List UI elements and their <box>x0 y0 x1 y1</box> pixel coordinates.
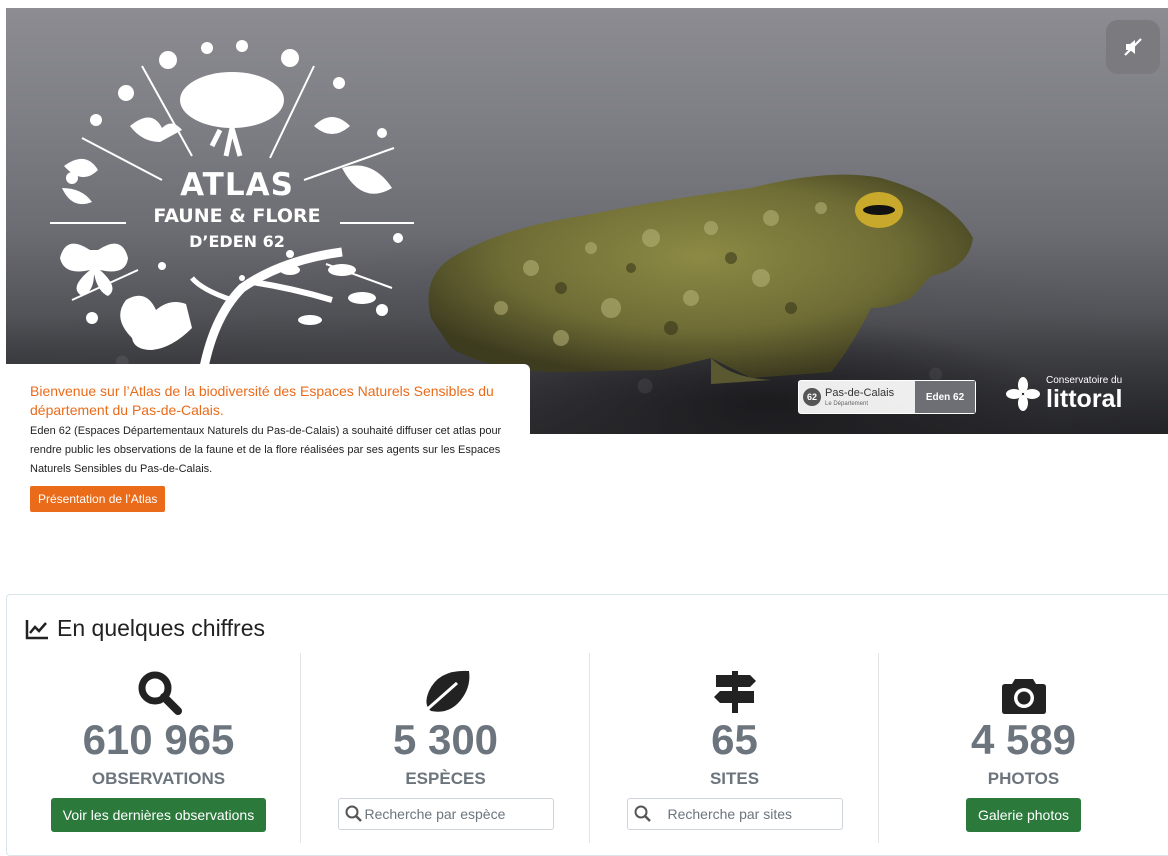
pdc-number: 62 <box>803 388 821 406</box>
stats-title-text: En quelques chiffres <box>57 615 265 641</box>
mute-icon <box>1124 38 1142 56</box>
sites-count: 65 <box>711 716 758 763</box>
logo-line-eden: D’EDEN 62 <box>189 232 285 251</box>
observations-column: 610 965 OBSERVATIONS Voir les dernières … <box>17 653 300 843</box>
littoral-flower-icon <box>1006 377 1040 411</box>
chart-line-icon <box>25 619 48 639</box>
sites-label: SITES <box>709 769 760 788</box>
welcome-description: Eden 62 (Espaces Départementaux Naturels… <box>30 425 502 475</box>
latest-observations-button[interactable]: Voir les dernières observations <box>50 798 267 832</box>
species-search-input[interactable]: Recherche par espèce <box>337 798 554 830</box>
photos-label: PHOTOS <box>987 769 1060 788</box>
logo-line-atlas: ATLAS <box>180 167 294 203</box>
pdc-sub: Le Département <box>825 400 869 407</box>
especes-count: 5 300 <box>392 716 499 763</box>
especes-label: ESPÈCES <box>405 769 486 788</box>
conservatoire-littoral-logo: Conservatoire du littoral <box>1006 376 1122 412</box>
pas-de-calais-eden-logo: 62 Pas-de-Calais Le Département Eden 62 <box>798 380 976 414</box>
photos-column: 4 589 PHOTOS Galerie photos <box>878 653 1168 843</box>
signpost-icon <box>713 671 756 713</box>
welcome-card: Bienvenue sur l’Atlas de la biodiversité… <box>6 364 530 524</box>
especes-column: 5 300 ESPÈCES Recherche par espèce <box>300 653 590 843</box>
sites-search-input[interactable]: Recherche par sites <box>626 798 843 830</box>
observations-count: 610 965 <box>82 716 235 763</box>
cdl-big: littoral <box>1046 385 1123 413</box>
search-icon <box>634 805 651 822</box>
stats-panel: En quelques chiffres 610 965 OBSERVATION… <box>6 594 1168 856</box>
observations-label: OBSERVATIONS <box>91 769 226 788</box>
photo-gallery-button[interactable]: Galerie photos <box>965 798 1082 832</box>
toad-photo <box>428 174 973 384</box>
stats-title: En quelques chiffres <box>25 615 265 642</box>
logo-line-faune-flore: FAUNE & FLORE <box>153 205 321 227</box>
pdc-name: Pas-de-Calais <box>825 386 895 399</box>
search-icon <box>138 671 182 715</box>
search-icon <box>345 805 362 822</box>
sites-column: 65 SITES Recherche par sites <box>589 653 879 843</box>
mute-button[interactable] <box>1106 20 1160 74</box>
eden-logo: Eden 62 <box>915 381 975 413</box>
atlas-logo-text: ATLAS FAUNE & FLORE D’EDEN 62 <box>132 170 342 250</box>
leaf-icon <box>421 670 469 715</box>
sites-search-placeholder: Recherche par sites <box>667 806 793 822</box>
photos-count: 4 589 <box>970 716 1077 763</box>
atlas-presentation-button[interactable]: Présentation de l’Atlas <box>30 486 166 512</box>
welcome-title: Bienvenue sur l’Atlas de la biodiversité… <box>30 383 494 418</box>
species-search-placeholder: Recherche par espèce <box>364 806 506 822</box>
camera-icon <box>1001 679 1046 714</box>
